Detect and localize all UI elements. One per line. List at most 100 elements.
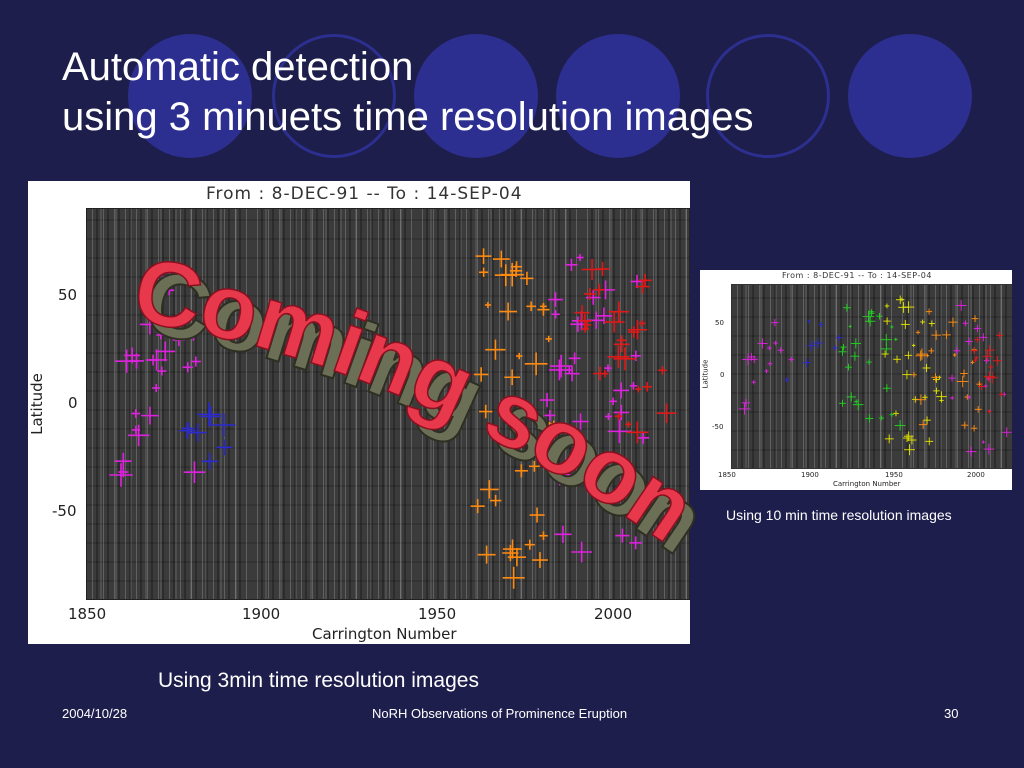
detection-marker xyxy=(931,330,941,340)
detection-marker xyxy=(883,317,891,325)
detection-marker xyxy=(884,303,890,309)
detection-marker xyxy=(629,382,638,390)
detection-marker xyxy=(502,544,519,562)
detection-marker xyxy=(962,320,969,327)
detection-marker xyxy=(520,271,534,285)
detection-marker xyxy=(784,377,790,383)
detection-marker xyxy=(970,346,978,355)
detection-marker xyxy=(902,301,915,313)
detection-marker xyxy=(838,347,847,356)
detection-marker xyxy=(537,303,550,316)
detection-marker xyxy=(183,461,206,483)
detection-marker xyxy=(524,539,535,550)
detection-marker xyxy=(539,392,555,408)
detection-marker xyxy=(777,347,784,354)
detection-marker xyxy=(767,361,773,367)
detection-marker xyxy=(984,345,995,356)
detection-marker xyxy=(970,360,975,365)
slide-title-line-1: Automatic detection xyxy=(62,45,414,89)
detection-marker xyxy=(524,352,548,376)
main-xtick-1850: 1850 xyxy=(68,605,107,623)
detection-marker xyxy=(182,362,193,373)
detection-marker xyxy=(882,384,891,393)
detection-marker xyxy=(197,402,221,427)
detection-marker xyxy=(1001,427,1012,438)
detection-marker xyxy=(893,355,901,364)
detection-marker xyxy=(492,250,510,268)
detection-marker xyxy=(502,566,525,589)
detection-marker xyxy=(965,337,973,346)
detection-marker xyxy=(955,300,967,311)
detection-marker xyxy=(894,337,898,341)
detection-marker xyxy=(544,409,556,421)
detection-marker xyxy=(179,422,196,439)
detection-marker xyxy=(987,409,992,414)
main-plot-image: From : 8-DEC-91 -- To : 14-SEP-04 50 0 -… xyxy=(28,181,690,644)
detection-marker xyxy=(634,491,649,505)
detection-marker xyxy=(923,416,931,424)
decor-circle xyxy=(848,34,972,158)
detection-marker xyxy=(918,420,928,429)
detection-marker xyxy=(162,269,178,285)
small-ytick-minus50: -50 xyxy=(712,423,724,431)
detection-marker xyxy=(620,462,632,474)
detection-marker xyxy=(156,330,166,340)
detection-marker xyxy=(773,340,778,346)
detection-marker xyxy=(931,373,940,382)
detection-marker xyxy=(548,292,563,307)
detection-marker xyxy=(131,409,141,418)
detection-marker xyxy=(595,261,610,277)
detection-marker xyxy=(475,248,492,264)
detection-marker xyxy=(967,395,971,400)
detection-marker xyxy=(992,355,1003,366)
detection-marker xyxy=(757,338,768,349)
detection-marker xyxy=(915,350,926,361)
detection-marker xyxy=(850,351,860,361)
slide-title-line-2: using 3 minuets time resolution images xyxy=(62,95,754,139)
detection-marker xyxy=(865,414,874,423)
detection-marker xyxy=(572,413,589,430)
detection-marker xyxy=(109,463,133,487)
detection-marker xyxy=(565,258,578,271)
detection-marker xyxy=(635,386,642,393)
detection-marker xyxy=(504,369,521,386)
detection-marker xyxy=(157,366,167,376)
detection-marker xyxy=(613,404,630,421)
detection-marker xyxy=(642,382,653,392)
detection-marker xyxy=(950,395,955,400)
small-xlabel: Carrington Number xyxy=(833,480,901,488)
detection-marker xyxy=(554,525,572,543)
detection-marker xyxy=(845,363,852,371)
detection-marker xyxy=(952,353,957,357)
detection-marker xyxy=(983,371,995,383)
detection-marker xyxy=(842,303,851,312)
detection-marker xyxy=(884,434,894,444)
detection-marker xyxy=(983,443,995,455)
detection-marker xyxy=(548,359,570,381)
detection-marker xyxy=(473,367,489,382)
detection-marker xyxy=(846,392,856,402)
detection-marker xyxy=(960,369,968,378)
detection-marker xyxy=(881,350,889,358)
detection-marker xyxy=(545,335,552,343)
detection-marker xyxy=(971,315,979,322)
main-ytick-minus50: -50 xyxy=(52,502,77,520)
slide-title: Automatic detection using 3 minuets time… xyxy=(62,42,753,142)
detection-marker xyxy=(571,541,593,563)
detection-marker xyxy=(532,552,548,568)
detection-marker xyxy=(788,357,794,363)
detection-marker xyxy=(489,494,502,507)
small-xtick-1900: 1900 xyxy=(801,471,819,479)
detection-marker xyxy=(166,319,176,329)
detection-marker xyxy=(802,358,812,368)
detection-marker xyxy=(852,399,864,411)
detection-marker xyxy=(764,369,769,374)
detection-marker xyxy=(928,347,935,354)
detection-marker xyxy=(854,399,859,404)
detection-marker xyxy=(200,406,221,427)
detection-marker xyxy=(902,369,912,380)
detection-marker xyxy=(149,276,157,284)
detection-marker xyxy=(807,319,811,324)
detection-marker xyxy=(609,397,617,406)
detection-marker xyxy=(478,267,489,277)
